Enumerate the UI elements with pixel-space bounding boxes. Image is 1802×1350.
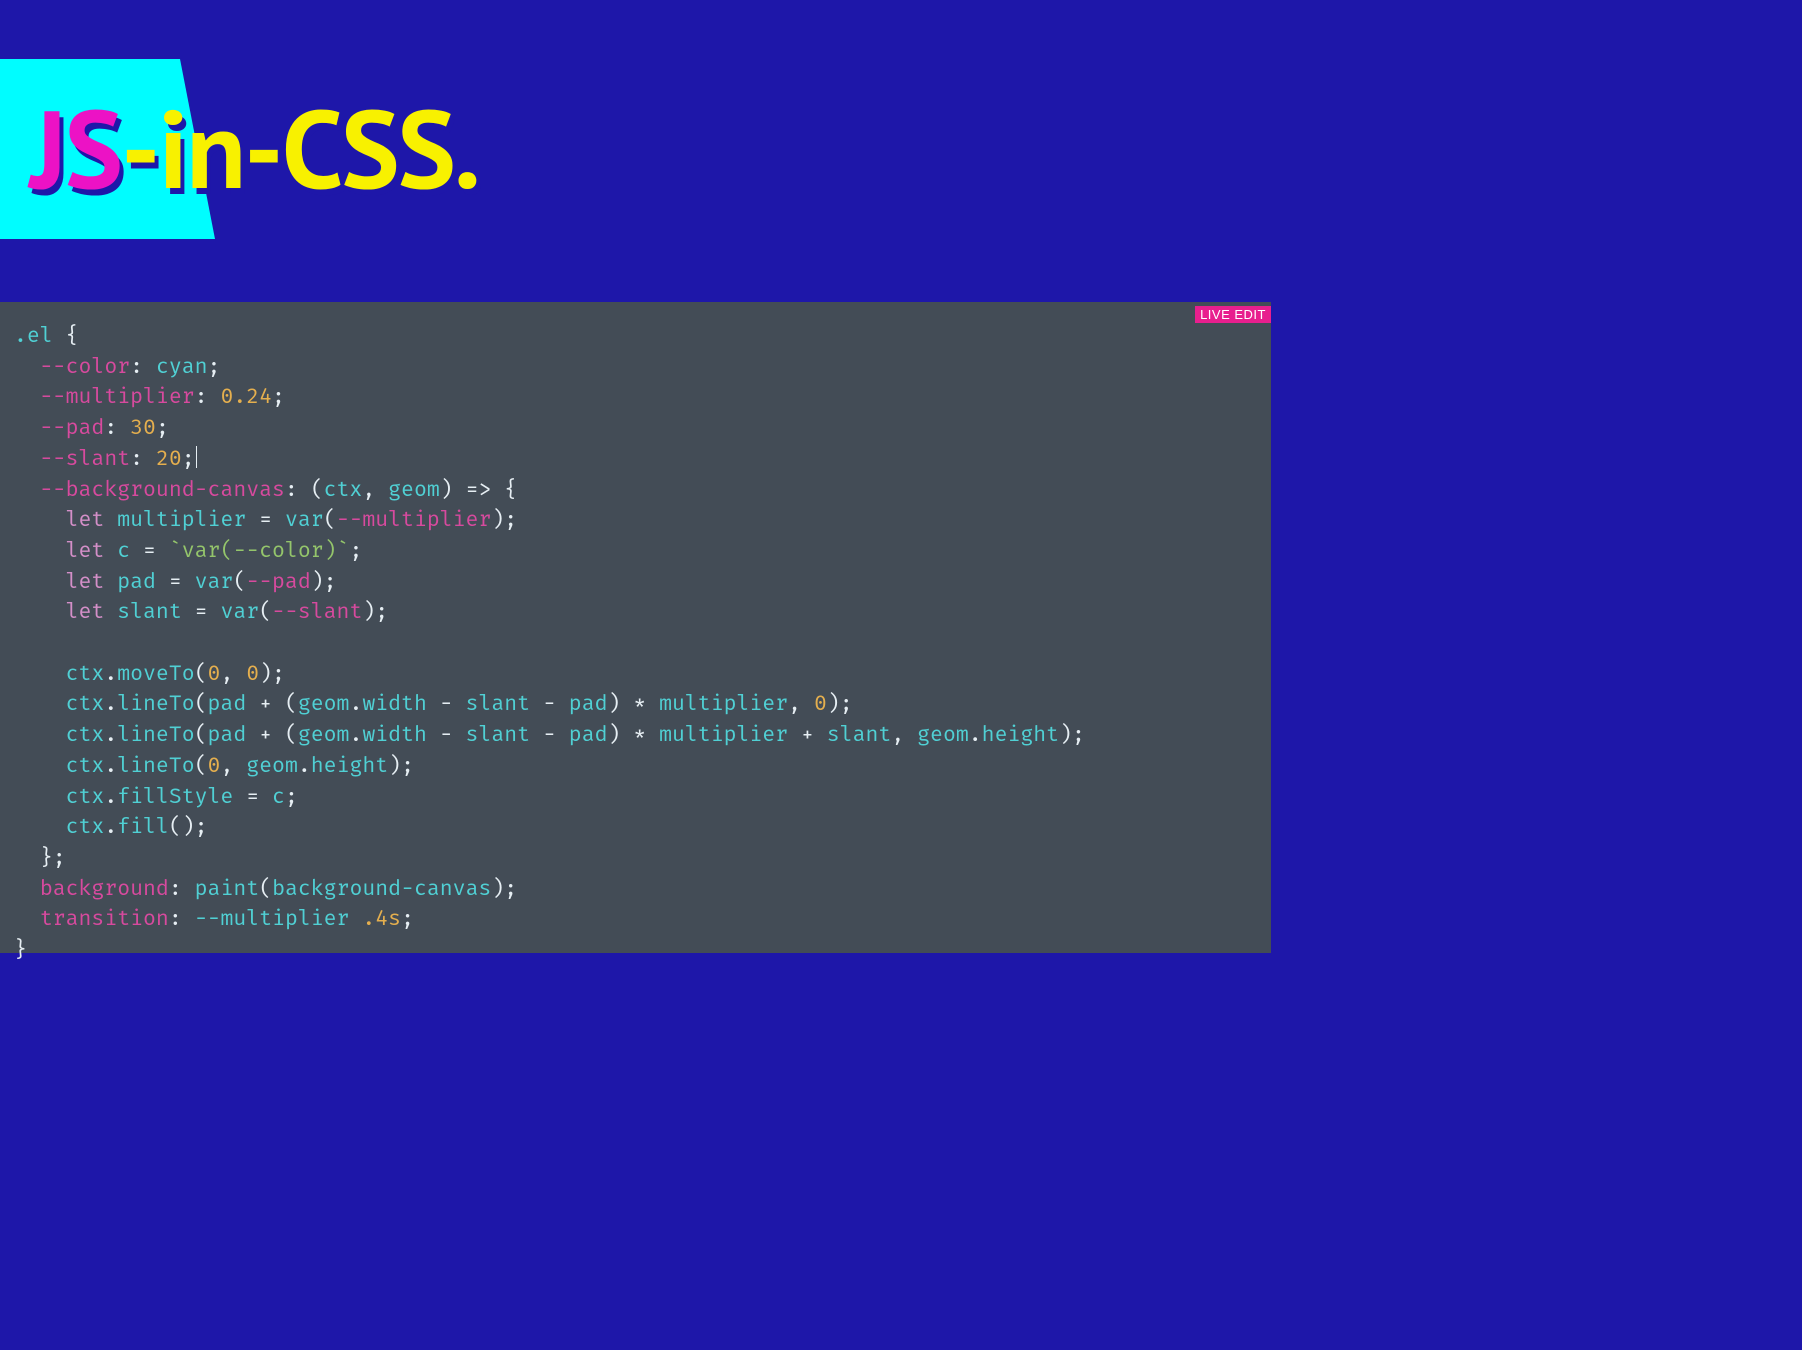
slide-hero: JS-in-CSS. JS-in-CSS.	[0, 0, 1271, 302]
slide-title: JS-in-CSS. JS-in-CSS.	[30, 58, 479, 238]
code-content[interactable]: .el { --color: cyan; --multiplier: 0.24;…	[14, 320, 1261, 965]
text-cursor	[196, 446, 197, 468]
title-front: JS-in-CSS.	[30, 77, 479, 219]
code-editor[interactable]: LIVE EDIT .el { --color: cyan; --multipl…	[0, 302, 1271, 953]
